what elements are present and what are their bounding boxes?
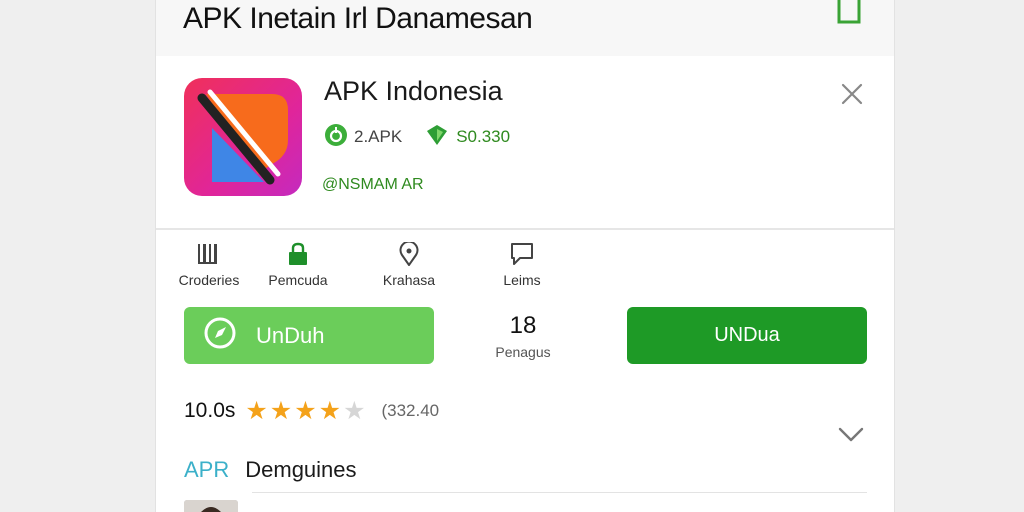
- count-block: 18 Penagus: [478, 312, 568, 360]
- tab-label: Leims: [503, 272, 541, 288]
- section-title: Demguines: [245, 457, 357, 482]
- tab-krahasa[interactable]: Krahasa: [364, 240, 454, 290]
- download-button-primary[interactable]: UnDuh: [184, 307, 434, 364]
- developer-link[interactable]: @NSMAM AR: [322, 176, 424, 194]
- download-circle-icon: [324, 123, 354, 152]
- version-label: 2.APK: [354, 127, 403, 146]
- app-detail-card: APK Inetain Irl Danamesan APK Indonesia …: [155, 0, 895, 512]
- star-icon: ★: [269, 396, 293, 425]
- download-button-label: UnDuh: [256, 322, 325, 348]
- tab-label: Krahasa: [382, 272, 436, 288]
- download-button-secondary[interactable]: UNDua: [627, 307, 867, 364]
- count-label: Penagus: [495, 344, 551, 360]
- star-icon: ★: [245, 396, 268, 425]
- count-value: 18: [509, 312, 537, 339]
- top-bar: APK Inetain Irl Danamesan: [156, 0, 894, 56]
- tab-label: Croderies: [178, 272, 240, 288]
- star-icon: ★: [343, 396, 366, 425]
- tab-leims[interactable]: Leims: [477, 240, 567, 290]
- divider: [252, 492, 867, 493]
- rating-row: 10.0s ★ ★ ★ ★ ★ (332.40: [184, 397, 439, 425]
- background-left: [0, 0, 155, 512]
- tab-bar: Croderies Pemcuda Krahasa Leims: [156, 240, 894, 296]
- location-pin-icon: [364, 242, 454, 266]
- version-meta: 2.APK: [324, 123, 402, 152]
- app-logo-icon: [184, 78, 302, 196]
- page-title: APK Inetain Irl Danamesan: [183, 2, 533, 35]
- rating-value: 10.0s: [184, 399, 236, 422]
- app-header: APK Indonesia 2.APK S0.330 @NSMAM AR: [156, 56, 894, 230]
- lock-icon: [253, 242, 343, 266]
- close-icon[interactable]: [840, 82, 864, 106]
- compass-icon: [204, 317, 236, 354]
- background-right: [894, 0, 1024, 512]
- section-header: APR Demguines: [184, 455, 357, 485]
- app-meta-row: 2.APK S0.330: [324, 123, 532, 152]
- avatar: [184, 500, 238, 512]
- tab-label: Pemcuda: [268, 272, 328, 288]
- download-button-label: UNDua: [714, 324, 780, 346]
- bookmark-icon[interactable]: [836, 0, 862, 24]
- chevron-down-icon[interactable]: [838, 426, 864, 444]
- shield-icon: [424, 123, 456, 152]
- star-icon: ★: [294, 396, 317, 425]
- tab-pemcuda[interactable]: Pemcuda: [253, 240, 343, 290]
- section-tag: APR: [184, 457, 230, 482]
- app-name: APK Indonesia: [324, 76, 503, 106]
- comment-icon: [477, 242, 567, 266]
- star-icon: ★: [318, 396, 342, 425]
- tab-croderies[interactable]: Croderies: [164, 240, 254, 290]
- downloads-label: S0.330: [456, 127, 511, 146]
- star-rating: ★ ★ ★ ★ ★: [245, 396, 367, 425]
- barcode-icon: [164, 242, 254, 266]
- rating-count: (332.40: [381, 401, 440, 420]
- downloads-meta: S0.330: [424, 123, 510, 152]
